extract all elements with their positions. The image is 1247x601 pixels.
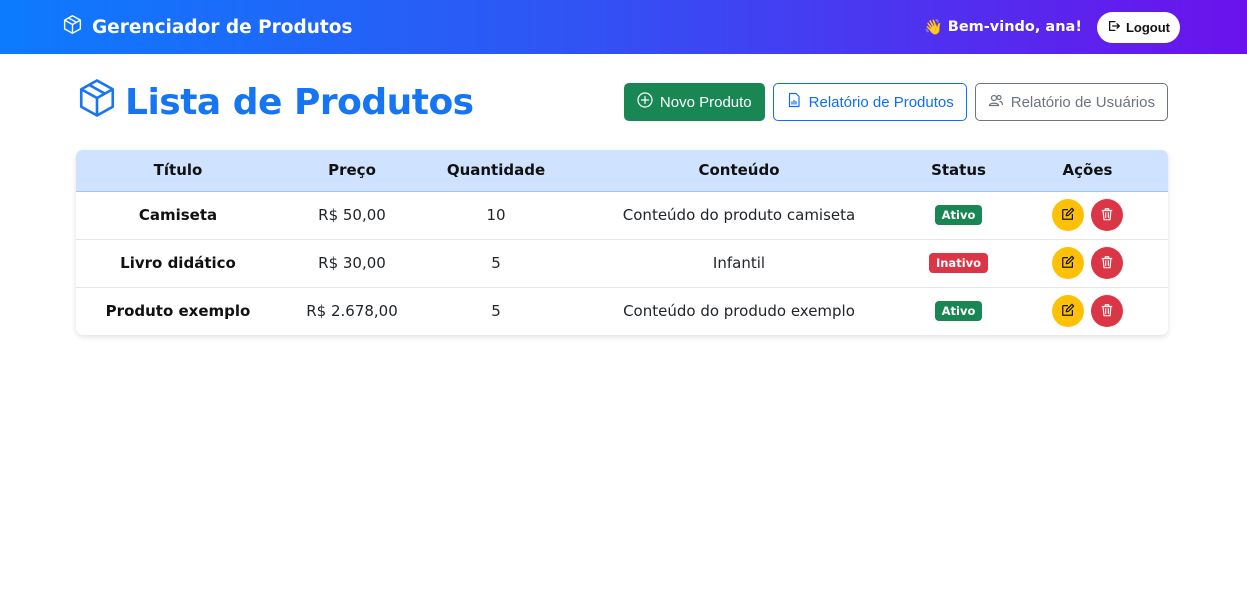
- wave-icon: 👋: [924, 18, 943, 36]
- cell-price: R$ 50,00: [318, 206, 386, 224]
- box-icon: [76, 77, 118, 128]
- products-table-card: Título Preço Quantidade Conteúdo Status …: [76, 150, 1168, 335]
- cell-title: Camiseta: [138, 206, 218, 224]
- edit-icon: [1061, 207, 1075, 224]
- delete-button[interactable]: [1091, 295, 1123, 328]
- header-title[interactable]: Título: [76, 150, 280, 192]
- cell-price: R$ 2.678,00: [306, 302, 398, 321]
- cell-quantity: 10: [486, 206, 506, 224]
- box-icon: [62, 14, 83, 40]
- new-product-label: Novo Produto: [659, 93, 752, 111]
- logout-icon: [1107, 19, 1121, 36]
- users-icon: [988, 92, 1004, 112]
- page-title: Lista de Produtos: [76, 77, 474, 128]
- page-title-text: Lista de Produtos: [125, 81, 474, 123]
- status-badge: Inativo: [928, 253, 989, 273]
- new-product-button[interactable]: Novo Produto: [623, 83, 765, 121]
- cell-content: Conteúdo do produdo exemplo: [623, 302, 855, 321]
- user-report-label: Relatório de Usuários: [1010, 93, 1155, 111]
- edit-button[interactable]: [1052, 247, 1084, 279]
- header-content[interactable]: Conteúdo: [568, 150, 910, 192]
- cell-actions: [1007, 287, 1168, 335]
- product-report-button[interactable]: Relatório de Produtos: [772, 83, 967, 121]
- cell-status: Ativo: [910, 287, 1007, 335]
- header-actions: Ações: [1007, 150, 1168, 192]
- products-table: Título Preço Quantidade Conteúdo Status …: [76, 150, 1168, 335]
- app-brand[interactable]: Gerenciador de Produtos: [62, 14, 352, 40]
- status-badge: Ativo: [934, 205, 983, 225]
- page-header: Lista de Produtos Novo Produto Relatório…: [76, 78, 1168, 124]
- table-header-row: Título Preço Quantidade Conteúdo Status …: [76, 150, 1168, 192]
- logout-button[interactable]: Logout: [1096, 11, 1180, 43]
- header-price[interactable]: Preço: [280, 150, 424, 192]
- table-row: Camiseta R$ 50,00 10 Conteúdo do produto…: [76, 191, 1168, 239]
- cell-content: Conteúdo do produto camiseta: [622, 206, 856, 224]
- cell-title: Produto exemplo: [105, 302, 251, 321]
- edit-button[interactable]: [1052, 295, 1084, 328]
- header-quantity[interactable]: Quantidade: [424, 150, 568, 192]
- page-actions: Novo Produto Relatório de Produtos Relat…: [623, 83, 1168, 121]
- cell-status: Ativo: [910, 191, 1007, 239]
- app-title: Gerenciador de Produtos: [92, 16, 353, 38]
- product-report-label: Relatório de Produtos: [808, 93, 954, 111]
- navbar-user-area: 👋 Bem-vindo, ana! Logout: [924, 11, 1180, 43]
- cell-title: Livro didático: [120, 254, 236, 272]
- edit-button[interactable]: [1052, 199, 1084, 231]
- welcome-text: Bem-vindo, ana!: [947, 19, 1082, 35]
- status-badge: Ativo: [934, 301, 983, 322]
- trash-icon: [1100, 207, 1114, 224]
- report-icon: [786, 92, 802, 112]
- welcome-message: 👋 Bem-vindo, ana!: [924, 18, 1082, 36]
- table-row: Produto exemplo R$ 2.678,00 5 Conteúdo d…: [76, 287, 1168, 335]
- delete-button[interactable]: [1091, 199, 1123, 231]
- cell-quantity: 5: [491, 254, 501, 272]
- cell-quantity: 5: [491, 302, 501, 321]
- edit-icon: [1061, 255, 1075, 272]
- trash-icon: [1100, 255, 1114, 272]
- user-report-button[interactable]: Relatório de Usuários: [974, 83, 1168, 121]
- cell-content: Infantil: [712, 254, 766, 272]
- header-status[interactable]: Status: [910, 150, 1007, 192]
- delete-button[interactable]: [1091, 247, 1123, 279]
- trash-icon: [1100, 303, 1114, 320]
- table-row: Livro didático R$ 30,00 5 Infantil Inati…: [76, 239, 1168, 287]
- logout-label: Logout: [1125, 19, 1170, 35]
- cell-actions: [1007, 239, 1168, 287]
- plus-circle-icon: [637, 92, 653, 112]
- cell-actions: [1007, 191, 1168, 239]
- cell-price: R$ 30,00: [318, 254, 386, 272]
- top-navbar: Gerenciador de Produtos 👋 Bem-vindo, ana…: [0, 0, 1247, 54]
- edit-icon: [1061, 303, 1075, 320]
- cell-status: Inativo: [910, 239, 1007, 287]
